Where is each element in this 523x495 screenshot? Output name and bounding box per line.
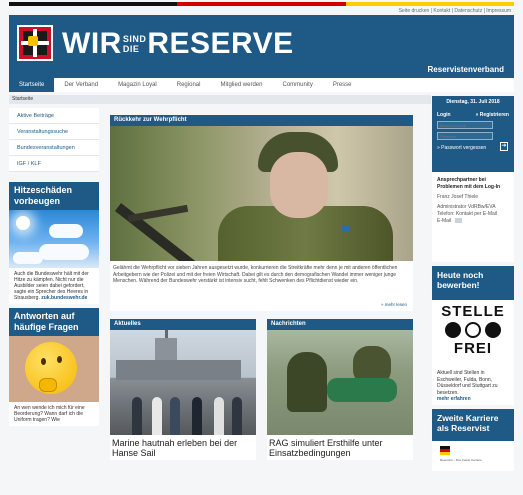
hero-soldier-image[interactable] bbox=[110, 126, 413, 261]
register-link[interactable]: » Registrieren bbox=[476, 112, 509, 118]
heat-teaser[interactable]: Hitzeschäden vorbeugen Auch die Bundeswe… bbox=[9, 182, 99, 304]
sky-image[interactable] bbox=[9, 210, 99, 268]
nav-item-regional[interactable]: Regional bbox=[167, 78, 211, 92]
hero-title[interactable]: Rückkehr zur Wehrpflicht bbox=[110, 115, 413, 126]
card-section-label[interactable]: Aktuelles bbox=[110, 319, 256, 330]
top-links[interactable]: Seite drucken | Kontakt | Datenschutz | … bbox=[399, 8, 511, 14]
sidebar-item-veranstaltungssuche[interactable]: Veranstaltungssuche bbox=[9, 124, 99, 140]
sidebar-item-aktive-beitraege[interactable]: Aktive Beiträge bbox=[9, 108, 99, 124]
faq-teaser-text: An wen wende ich mich für eine Beorderun… bbox=[9, 402, 99, 426]
jobs-teaser[interactable]: Heute noch bewerben! STELLE FREI Aktuell… bbox=[432, 266, 514, 405]
site-header: WIR SIND DIE RESERVE Reservistenverband bbox=[9, 15, 514, 78]
contact-name: Franz Josef Thiele bbox=[437, 194, 479, 200]
nav-item-startseite[interactable]: Startseite bbox=[9, 78, 55, 92]
password-input[interactable] bbox=[437, 132, 493, 140]
site-logo[interactable]: WIR SIND DIE RESERVE bbox=[62, 29, 294, 59]
hero-text: Gelähmt die Wehrpflicht vor sieben Jahre… bbox=[110, 261, 413, 311]
card-title[interactable]: RAG simuliert Ersthilfe unter Einsatzbed… bbox=[267, 435, 413, 460]
nav-item-der-verband[interactable]: Der Verband bbox=[54, 78, 108, 92]
jobs-title[interactable]: Heute noch bewerben! bbox=[432, 266, 514, 300]
main-content: Rückkehr zur Wehrpflicht Gelähmt die Weh… bbox=[110, 115, 413, 460]
main-nav: Startseite Der Verband Magazin Loyal Reg… bbox=[9, 78, 514, 92]
stelle-frei-image[interactable]: STELLE FREI bbox=[432, 300, 514, 368]
login-title: Login bbox=[437, 112, 451, 118]
username-input[interactable] bbox=[437, 121, 493, 129]
heat-teaser-title[interactable]: Hitzeschäden vorbeugen bbox=[9, 182, 99, 210]
news-card-nachrichten[interactable]: Nachrichten RAG simuliert Ersthilfe unte… bbox=[267, 319, 413, 460]
right-sidebar: Login » Registrieren ➜ » Passwort verges… bbox=[432, 108, 514, 471]
career-teaser[interactable]: Zweite Karriere als Reservist Reservist … bbox=[432, 409, 514, 471]
card-section-label[interactable]: Nachrichten bbox=[267, 319, 413, 330]
contact-email-label: E-Mail bbox=[437, 218, 452, 224]
news-cards: Aktuelles Marine hautnah erleben bei der… bbox=[110, 319, 413, 460]
nav-item-magazin-loyal[interactable]: Magazin Loyal bbox=[108, 78, 167, 92]
nav-item-presse[interactable]: Presse bbox=[323, 78, 362, 92]
contact-org: Administrator VdRBw/EVA Telefon: Kontakt… bbox=[437, 204, 498, 217]
breadcrumb[interactable]: Startseite bbox=[9, 95, 431, 104]
heat-teaser-link[interactable]: zuk.bundeswehr.de bbox=[41, 295, 87, 301]
sidebar-item-igf-klf[interactable]: IGF / KLF bbox=[9, 156, 99, 172]
hero-more-link[interactable]: » mehr lesen bbox=[381, 302, 407, 309]
contact-title: Ansprechpartner bei Problemen mit dem Lo… bbox=[437, 177, 501, 190]
nav-item-mitglied-werden[interactable]: Mitglied werden bbox=[210, 78, 272, 92]
login-box: Login » Registrieren ➜ » Passwort verges… bbox=[432, 108, 514, 172]
mail-icon[interactable] bbox=[454, 218, 462, 224]
jobs-text: Aktuell sind Stellen in Eschweiler, Fuld… bbox=[432, 368, 514, 405]
news-card-aktuelles[interactable]: Aktuelles Marine hautnah erleben bei der… bbox=[110, 319, 256, 460]
faq-teaser-title[interactable]: Antworten auf häufige Fragen bbox=[9, 308, 99, 336]
card-title[interactable]: Marine hautnah erleben bei der Hanse Sai… bbox=[110, 435, 256, 460]
sidebar-item-bundesveranstaltungen[interactable]: Bundesveranstaltungen bbox=[9, 140, 99, 156]
left-sidebar: Aktive Beiträge Veranstaltungssuche Bund… bbox=[9, 108, 99, 426]
login-contact-box: Ansprechpartner bei Problemen mit dem Lo… bbox=[432, 172, 514, 262]
thinking-face-image[interactable] bbox=[9, 336, 99, 402]
heat-teaser-text: Auch die Bundeswehr hält mit der Hitze z… bbox=[9, 268, 99, 304]
faq-teaser[interactable]: Antworten auf häufige Fragen An wen wend… bbox=[9, 308, 99, 426]
bundeswehr-cross-icon[interactable] bbox=[17, 25, 53, 61]
career-thumbnail[interactable]: Reservist – Ihre zweite Karriere bbox=[432, 441, 514, 471]
navy-ship-image[interactable] bbox=[110, 330, 256, 435]
side-menu: Aktive Beiträge Veranstaltungssuche Bund… bbox=[9, 108, 99, 172]
jobs-more-link[interactable]: mehr erfahren bbox=[437, 396, 509, 403]
first-aid-exercise-image[interactable] bbox=[267, 330, 413, 435]
login-submit-icon[interactable]: ➜ bbox=[500, 142, 508, 151]
forgot-password-link[interactable]: » Passwort vergessen bbox=[437, 145, 509, 151]
page: Seite drucken | Kontakt | Datenschutz | … bbox=[0, 0, 523, 495]
career-title[interactable]: Zweite Karriere als Reservist bbox=[432, 409, 514, 441]
site-tagline: Reservistenverband bbox=[427, 65, 504, 74]
current-date: Dienstag, 31. Juli 2018 bbox=[432, 96, 514, 108]
nav-item-community[interactable]: Community bbox=[272, 78, 322, 92]
flag-color-bar bbox=[9, 2, 514, 6]
hero-article[interactable]: Rückkehr zur Wehrpflicht Gelähmt die Weh… bbox=[110, 115, 413, 311]
